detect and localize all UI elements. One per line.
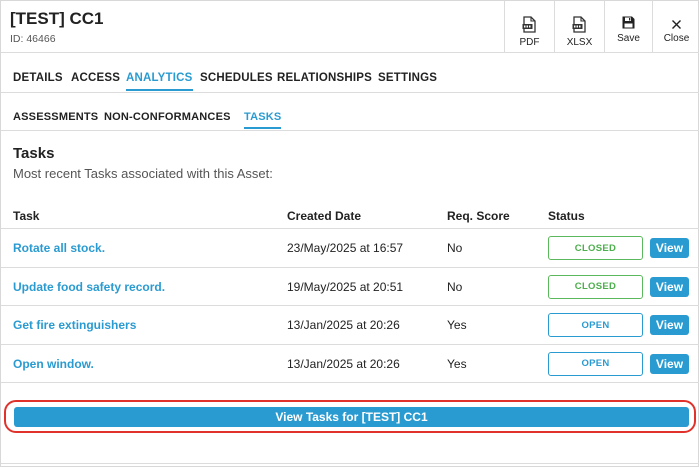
req-score: No [447, 279, 463, 294]
created-date: 13/Jan/2025 at 20:26 [287, 318, 400, 332]
secondary-tabs: ASSESSMENTS NON-CONFORMANCES TASKS [1, 93, 699, 131]
table-row: Open window. 13/Jan/2025 at 20:26 Yes OP… [1, 345, 699, 383]
view-button[interactable]: View [650, 353, 689, 374]
task-link[interactable]: Get fire extinguishers [13, 318, 136, 332]
close-button[interactable]: Close [652, 1, 699, 52]
tab-relationships[interactable]: RELATIONSHIPS [277, 72, 372, 84]
column-req-score: Req. Score [447, 209, 510, 223]
xlsx-button[interactable]: XLSX [554, 1, 604, 52]
save-button[interactable]: Save [604, 1, 652, 52]
column-task: Task [13, 209, 40, 223]
table-row: Get fire extinguishers 13/Jan/2025 at 20… [1, 306, 699, 345]
subtab-tasks[interactable]: TASKS [244, 111, 282, 129]
status-badge: CLOSED [548, 236, 643, 260]
req-score: Yes [447, 318, 467, 332]
page-title: [TEST] CC1 [10, 9, 104, 28]
req-score: Yes [447, 356, 467, 371]
view-button[interactable]: View [650, 276, 689, 297]
section-title: Tasks [13, 145, 55, 162]
close-label: Close [663, 33, 690, 44]
xlsx-file-icon [572, 16, 586, 33]
save-label: Save [617, 33, 640, 44]
created-date: 23/May/2025 at 16:57 [287, 241, 404, 255]
tab-access[interactable]: ACCESS [71, 72, 120, 84]
subtab-assessments[interactable]: ASSESSMENTS [13, 111, 98, 123]
created-date: 13/Jan/2025 at 20:26 [287, 356, 400, 371]
modal-header: [TEST] CC1 ID: 46466 PDF XLSX Save Close [1, 1, 699, 53]
section-description: Most recent Tasks associated with this A… [13, 166, 273, 181]
view-all-tasks-button[interactable]: View Tasks for [TEST] CC1 [14, 407, 689, 427]
tab-analytics[interactable]: ANALYTICS [126, 72, 193, 91]
column-created-date: Created Date [287, 209, 362, 223]
tab-details[interactable]: DETAILS [13, 72, 63, 84]
view-button[interactable]: View [650, 315, 689, 335]
created-date: 19/May/2025 at 20:51 [287, 279, 404, 294]
status-badge: OPEN [548, 313, 643, 337]
column-status: Status [548, 209, 585, 223]
table-row: Update food safety record. 19/May/2025 a… [1, 268, 699, 306]
pdf-label: PDF [519, 37, 540, 48]
table-row: Rotate all stock. 23/May/2025 at 16:57 N… [1, 229, 699, 268]
view-button[interactable]: View [650, 238, 689, 258]
tab-settings[interactable]: SETTINGS [378, 72, 437, 84]
task-link[interactable]: Rotate all stock. [13, 241, 105, 255]
pdf-button[interactable]: PDF [504, 1, 554, 52]
header-actions: PDF XLSX Save Close [504, 1, 699, 52]
table-header: Task Created Date Req. Score Status [1, 201, 699, 229]
tab-schedules[interactable]: SCHEDULES [200, 72, 273, 84]
pdf-file-icon [522, 16, 536, 33]
footer-divider [1, 463, 699, 464]
modal-window: [TEST] CC1 ID: 46466 PDF XLSX Save Close… [0, 0, 699, 467]
close-icon [672, 20, 681, 29]
req-score: No [447, 241, 463, 255]
task-link[interactable]: Update food safety record. [13, 280, 165, 294]
subtab-non-conformances[interactable]: NON-CONFORMANCES [104, 111, 231, 123]
primary-tabs: DETAILS ACCESS ANALYTICS SCHEDULES RELAT… [1, 53, 699, 93]
save-icon [622, 16, 635, 29]
status-badge: OPEN [548, 351, 643, 376]
task-link[interactable]: Open window. [13, 357, 94, 371]
xlsx-label: XLSX [566, 37, 593, 48]
status-badge: CLOSED [548, 274, 643, 299]
asset-id: ID: 46466 [10, 33, 56, 45]
